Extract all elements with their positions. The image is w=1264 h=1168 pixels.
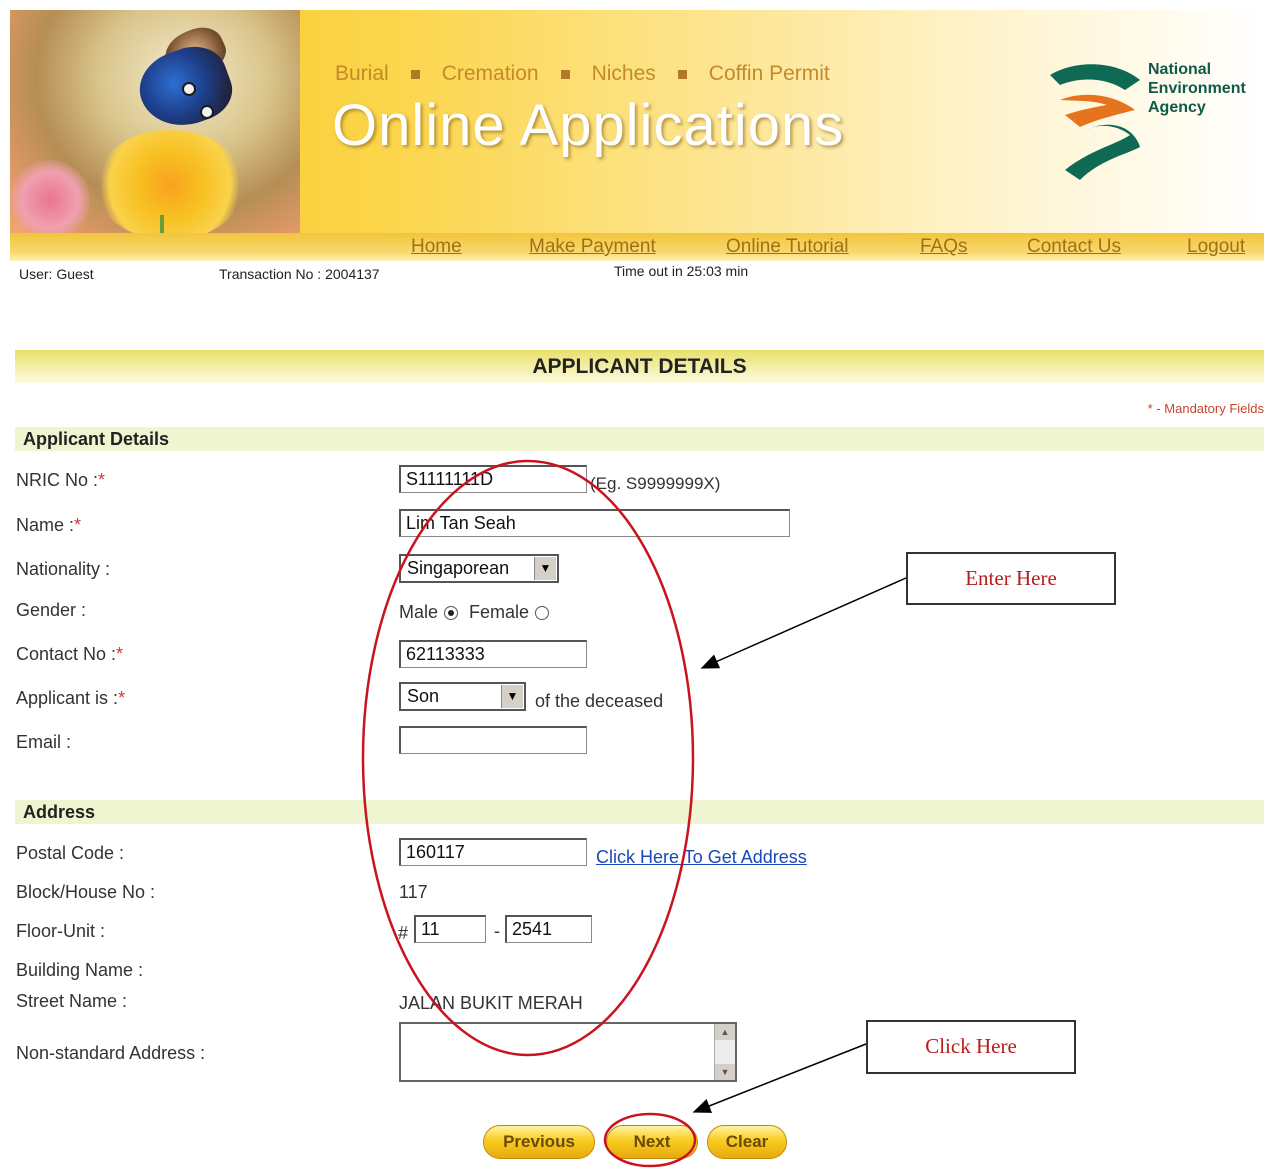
textarea-scrollbar[interactable]: ▲ ▼ [714, 1024, 735, 1080]
category-cremation: Cremation [441, 62, 539, 85]
gender-label: Gender : [16, 600, 87, 620]
nonstandard-address-label: Non-standard Address : [16, 1043, 206, 1063]
nric-input[interactable]: S1111111D [399, 465, 587, 493]
nationality-label: Nationality : [16, 559, 111, 579]
nric-label: NRIC No :* [16, 470, 106, 490]
nationality-select[interactable]: Singaporean ▼ [399, 554, 559, 583]
relation-select[interactable]: Son ▼ [399, 682, 526, 711]
gender-options: Male Female [399, 602, 555, 623]
category-burial: Burial [335, 62, 389, 85]
address-section-title: Address [23, 802, 96, 822]
gender-male-label: Male [399, 602, 439, 622]
chevron-down-icon[interactable]: ▼ [534, 557, 556, 580]
header-banner: Burial Cremation Niches Coffin Permit Onlin… [10, 10, 1264, 235]
callout-enter-here: Enter Here [906, 552, 1116, 605]
postal-code-input[interactable]: 160117 [399, 838, 587, 866]
name-input[interactable]: Lim Tan Seah [399, 509, 790, 537]
mandatory-note: * - Mandatory Fields [1147, 401, 1264, 416]
nav-faqs[interactable]: FAQs [920, 236, 968, 258]
transaction-number: Transaction No : 2004137 [219, 266, 380, 282]
postal-code-label: Postal Code : [16, 843, 125, 863]
page-title-bar: APPLICANT DETAILS [15, 350, 1264, 383]
chevron-down-icon[interactable]: ▼ [501, 685, 523, 708]
scroll-up-icon[interactable]: ▲ [715, 1024, 735, 1040]
nav-online-tutorial[interactable]: Online Tutorial [726, 236, 849, 258]
nav-home[interactable]: Home [411, 236, 462, 258]
unit-separator: - [494, 921, 500, 941]
gender-female-label: Female [469, 602, 530, 622]
category-coffin-permit: Coffin Permit [708, 62, 830, 85]
name-label: Name :* [16, 515, 82, 535]
relation-label: Applicant is :* [16, 688, 126, 708]
session-timeout: Time out in 25:03 min [614, 263, 749, 279]
category-niches: Niches [591, 62, 656, 85]
nav-contact-us[interactable]: Contact Us [1027, 236, 1121, 258]
scroll-down-icon[interactable]: ▼ [715, 1064, 735, 1080]
nric-hint: (Eg. S9999999X) [590, 474, 721, 493]
next-button[interactable]: Next [606, 1125, 698, 1159]
page-title: APPLICANT DETAILS [532, 355, 747, 378]
nav-logout[interactable]: Logout [1187, 236, 1245, 258]
relation-suffix: of the deceased [535, 691, 664, 711]
gender-male-radio[interactable] [444, 606, 459, 621]
gender-female-radio[interactable] [535, 606, 550, 621]
floor-prefix: # [398, 923, 409, 943]
email-input[interactable] [399, 726, 587, 754]
callout-click-here: Click Here [866, 1020, 1076, 1074]
user-status: User: Guest [19, 266, 94, 282]
floor-input[interactable]: 11 [414, 915, 486, 943]
street-name-value: JALAN BUKIT MERAH [399, 993, 583, 1013]
nea-logo-icon [1050, 64, 1140, 180]
get-address-link[interactable]: Click Here To Get Address [596, 847, 807, 868]
app-title: Online Applications [332, 93, 845, 158]
highlight-ellipse-fields [361, 459, 695, 1057]
contact-input[interactable]: 62113333 [399, 640, 587, 668]
email-label: Email : [16, 732, 72, 752]
nav-make-payment[interactable]: Make Payment [529, 236, 656, 258]
nonstandard-address-textarea[interactable]: ▲ ▼ [399, 1022, 737, 1082]
clear-button[interactable]: Clear [707, 1125, 787, 1159]
block-label: Block/House No : [16, 882, 156, 902]
block-value: 117 [399, 882, 428, 902]
floor-unit-label: Floor-Unit : [16, 921, 106, 941]
applicant-section-header: Applicant Details [15, 427, 1264, 451]
contact-label: Contact No :* [16, 644, 124, 664]
arrow-enter-here [700, 577, 907, 669]
previous-button[interactable]: Previous [483, 1125, 595, 1159]
address-section-header: Address [15, 800, 1264, 824]
unit-input[interactable]: 2541 [505, 915, 592, 943]
applicant-section-title: Applicant Details [23, 429, 170, 449]
agency-logo-text: National Environment Agency [1148, 61, 1246, 116]
service-categories: Burial Cremation Niches Coffin Permit [335, 62, 830, 86]
street-name-label: Street Name : [16, 991, 128, 1011]
building-name-label: Building Name : [16, 960, 144, 980]
butterfly-flower-image [10, 10, 300, 235]
